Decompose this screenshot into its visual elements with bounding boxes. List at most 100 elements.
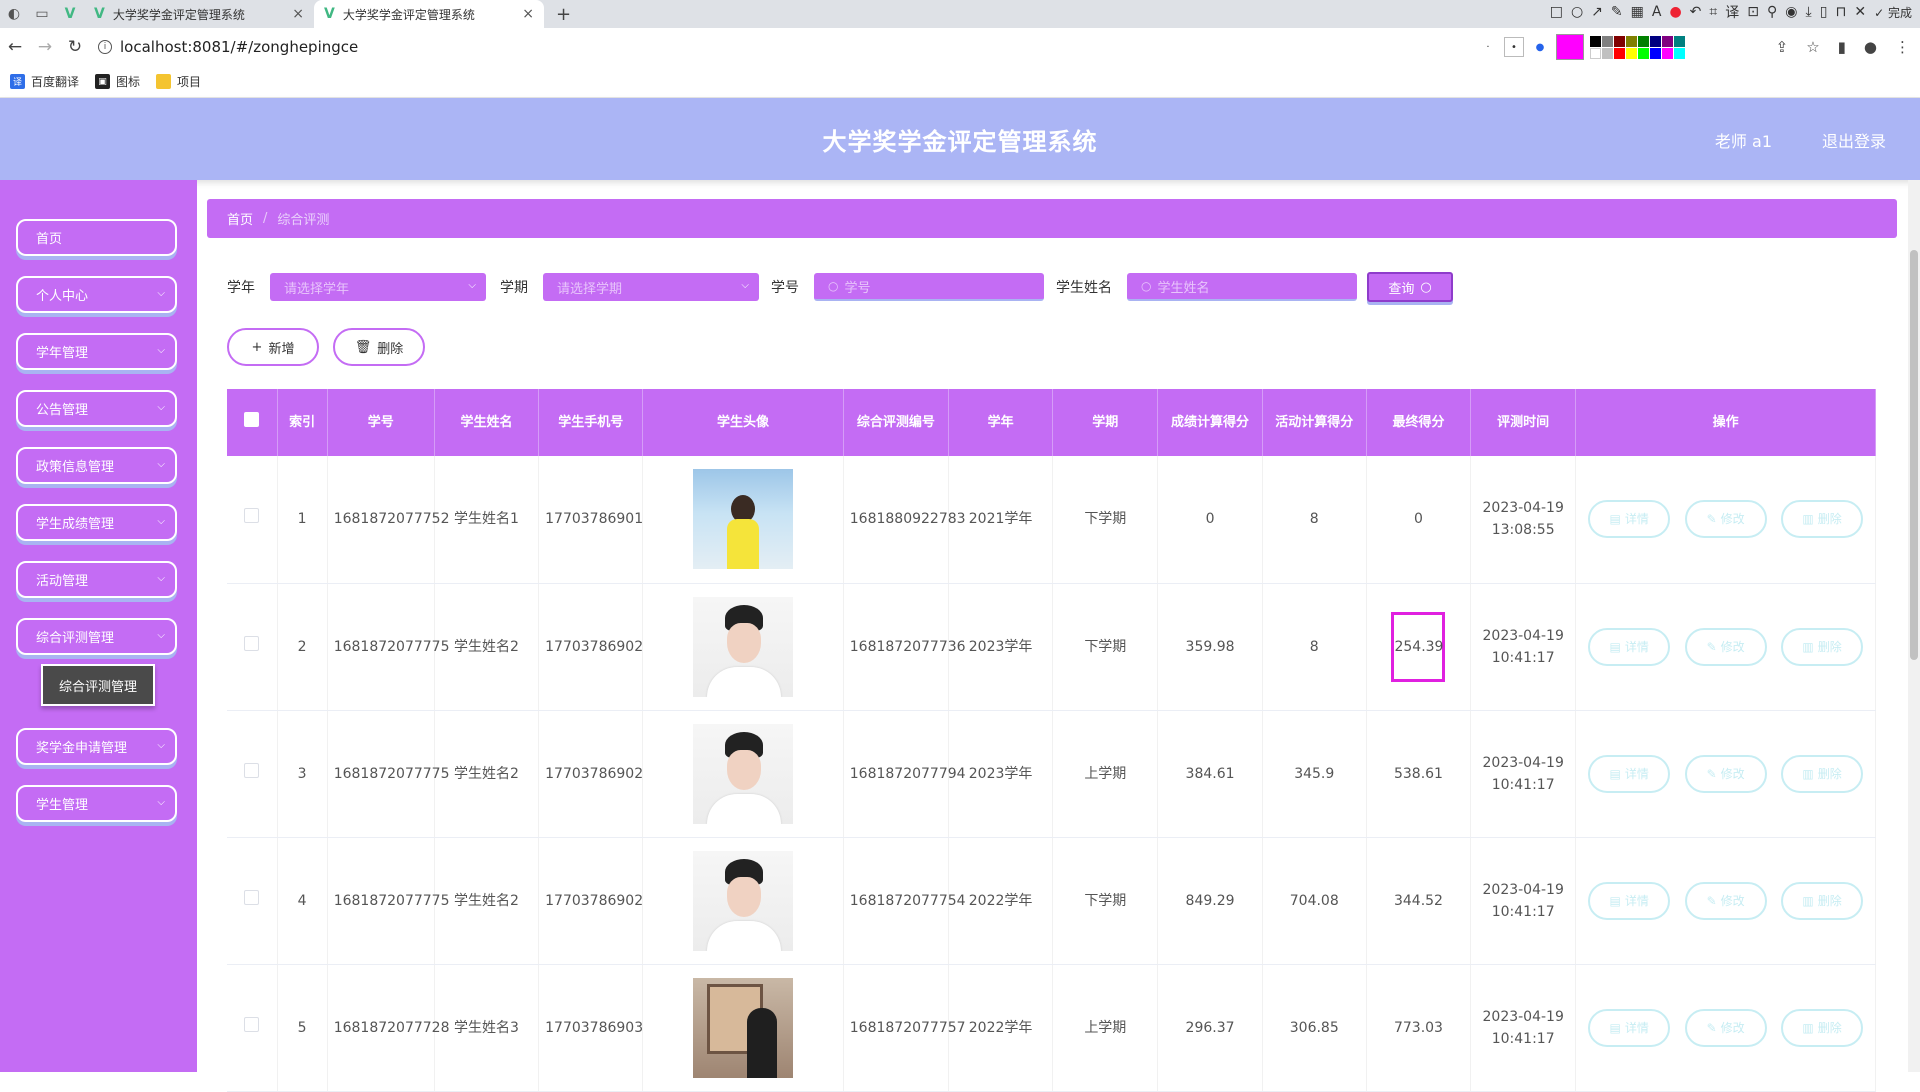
large-dot-icon[interactable]: ●	[1530, 37, 1550, 57]
reload-icon[interactable]: ↻	[60, 37, 90, 57]
pinned-tab-icon[interactable]: ▭	[28, 0, 56, 28]
done-button[interactable]: ✓ 完成	[1874, 4, 1912, 21]
vue-pinned-tab-icon[interactable]: V	[56, 0, 84, 28]
submenu-item-comprehensive-eval[interactable]: 综合评测管理	[41, 664, 155, 706]
add-button[interactable]: + 新增	[227, 328, 319, 366]
sidebar-item-personal-center[interactable]: 个人中心 ⌵	[16, 276, 177, 313]
close-icon[interactable]: ✕	[1854, 4, 1866, 20]
back-icon[interactable]: ←	[0, 37, 30, 57]
chevron-down-icon: ⌵	[157, 740, 165, 751]
profile-icon[interactable]: ●	[1864, 38, 1877, 56]
search-icon: ○	[1141, 279, 1152, 293]
new-tab-button[interactable]: +	[556, 4, 571, 25]
delete-button[interactable]: ▥ 删除	[1781, 881, 1864, 920]
year-label: 学年	[227, 280, 255, 296]
cell-term: 下学期	[1052, 837, 1159, 965]
cell-eval-id: 1681872077794	[843, 710, 966, 838]
cell-student-name: 学生姓名2	[434, 837, 540, 965]
crop-icon[interactable]: ⌗	[1709, 4, 1717, 20]
row-checkbox[interactable]	[227, 710, 278, 838]
phone-icon[interactable]: ▯	[1820, 4, 1828, 20]
student-id-input[interactable]: ○ 学号	[814, 273, 1044, 301]
close-icon[interactable]: ×	[292, 6, 304, 22]
current-color-swatch[interactable]	[1556, 34, 1584, 60]
row-checkbox[interactable]	[227, 583, 278, 711]
edit-button[interactable]: ✎ 修改	[1684, 881, 1767, 920]
delete-button[interactable]: ▥ 删除	[1781, 1008, 1864, 1047]
circle-tool-icon[interactable]: ○	[1571, 4, 1583, 20]
sidebar-item-scholarship-apply[interactable]: 奖学金申请管理 ⌵	[16, 728, 177, 765]
undo-icon[interactable]: ↶	[1690, 4, 1702, 20]
sticker-tool-icon[interactable]: ●	[1669, 4, 1681, 20]
rectangle-tool-icon[interactable]: □	[1550, 4, 1563, 20]
bookmark-baidu-translate[interactable]: 译 百度翻译	[10, 73, 79, 90]
detail-button[interactable]: ▤ 详情	[1588, 754, 1671, 793]
arrow-tool-icon[interactable]: ↗	[1591, 4, 1603, 20]
chevron-down-icon: ⌵	[157, 516, 165, 527]
cell-final-score: 254.39	[1366, 583, 1472, 711]
sidebar-item-comprehensive-eval[interactable]: 综合评测管理 ⌵	[16, 618, 177, 655]
batch-delete-button[interactable]: 🗑 删除	[333, 328, 425, 366]
delete-button[interactable]: ▥ 删除	[1781, 754, 1864, 793]
delete-button[interactable]: ▥ 删除	[1781, 500, 1864, 539]
row-checkbox[interactable]	[227, 837, 278, 965]
vue-logo-icon: V	[324, 6, 335, 22]
sidebar-item-home[interactable]: 首页	[16, 219, 177, 256]
chevron-down-icon: ⌵	[741, 280, 749, 291]
sidebar-item-policy-info[interactable]: 政策信息管理 ⌵	[16, 447, 177, 484]
term-select[interactable]: 请选择学期 ⌵	[543, 273, 759, 301]
share-icon[interactable]: ⇪	[1776, 38, 1789, 56]
detail-button[interactable]: ▤ 详情	[1588, 1008, 1671, 1047]
bookmark-icon[interactable]: ⊓	[1835, 4, 1846, 20]
translate-icon[interactable]: 译	[1725, 2, 1739, 22]
query-button[interactable]: 查询 ○	[1367, 272, 1453, 302]
mosaic-tool-icon[interactable]: ▦	[1631, 4, 1644, 20]
bookmark-project[interactable]: 项目	[156, 73, 201, 90]
pen-tool-icon[interactable]: ✎	[1611, 4, 1623, 20]
close-icon[interactable]: ×	[522, 6, 534, 22]
pin-icon[interactable]: ⚲	[1767, 4, 1777, 20]
select-all-checkbox[interactable]	[227, 389, 278, 456]
sidebar-item-academic-year[interactable]: 学年管理 ⌵	[16, 333, 177, 370]
year-select[interactable]: 请选择学年 ⌵	[270, 273, 486, 301]
sidebar-item-students[interactable]: 学生管理 ⌵	[16, 785, 177, 822]
small-dot-icon[interactable]: ·	[1478, 37, 1498, 57]
edit-button[interactable]: ✎ 修改	[1684, 500, 1767, 539]
sidebar-item-student-grades[interactable]: 学生成绩管理 ⌵	[16, 504, 177, 541]
student-name-input[interactable]: ○ 学生姓名	[1127, 273, 1357, 301]
star-icon[interactable]: ☆	[1806, 38, 1819, 56]
browser-tab-1[interactable]: V 大学奖学金评定管理系统 ×	[84, 0, 314, 28]
sidebar-item-announcements[interactable]: 公告管理 ⌵	[16, 390, 177, 427]
detail-button[interactable]: ▤ 详情	[1588, 627, 1671, 666]
term-label: 学期	[500, 280, 528, 296]
detail-button[interactable]: ▤ 详情	[1588, 500, 1671, 539]
scrollbar-thumb[interactable]	[1910, 250, 1918, 660]
delete-button[interactable]: ▥ 删除	[1781, 627, 1864, 666]
text-tool-icon[interactable]: A	[1652, 4, 1662, 20]
record-icon[interactable]: ◉	[1785, 4, 1797, 20]
page-scrollbar[interactable]	[1908, 180, 1920, 1072]
medium-dot-icon[interactable]: •	[1504, 37, 1524, 57]
student-avatar	[693, 469, 794, 570]
download-icon[interactable]: ⤓	[1806, 4, 1812, 20]
breadcrumb-home[interactable]: 首页	[227, 209, 253, 228]
row-checkbox[interactable]	[227, 456, 278, 584]
logout-link[interactable]: 退出登录	[1822, 128, 1886, 152]
edit-button[interactable]: ✎ 修改	[1684, 1008, 1767, 1047]
tab-search-icon[interactable]: ◐	[0, 0, 28, 28]
bookmark-icons[interactable]: ▣ 图标	[95, 73, 140, 90]
forward-icon[interactable]: →	[30, 37, 60, 57]
edit-button[interactable]: ✎ 修改	[1684, 627, 1767, 666]
color-swatches[interactable]	[1590, 35, 1685, 59]
browser-tab-2[interactable]: V 大学奖学金评定管理系统 ×	[314, 0, 544, 28]
edit-button[interactable]: ✎ 修改	[1684, 754, 1767, 793]
site-info-icon[interactable]: i	[98, 40, 112, 54]
column-header: 学生手机号	[538, 389, 644, 456]
menu-icon[interactable]: ⋮	[1895, 38, 1910, 56]
detail-button[interactable]: ▤ 详情	[1588, 881, 1671, 920]
sidebar-item-activities[interactable]: 活动管理 ⌵	[16, 561, 177, 598]
ocr-icon[interactable]: ⊡	[1747, 4, 1759, 20]
url-field[interactable]: i localhost:8081/#/zonghepingce	[98, 38, 1368, 56]
cell-activity-score: 8	[1262, 583, 1367, 711]
side-panel-icon[interactable]: ▮	[1838, 38, 1846, 56]
